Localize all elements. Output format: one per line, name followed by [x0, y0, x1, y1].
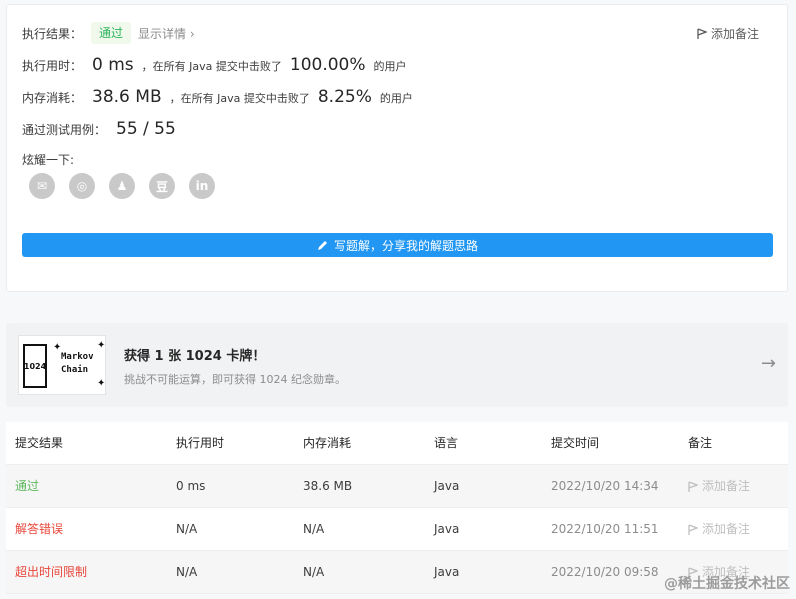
add-note-button[interactable]: 添加备注 [697, 25, 759, 42]
douban-icon[interactable]: 豆 [149, 173, 175, 199]
arrow-right-icon[interactable]: → [761, 353, 776, 374]
runtime-value: 0 ms [92, 55, 134, 75]
badge-text: Markov Chain [61, 352, 94, 375]
header-time: 提交时间 [551, 436, 600, 450]
badge-mahjong-tile: 1024 [23, 344, 47, 388]
add-note-label: 添加备注 [710, 27, 759, 41]
row-language: Java [434, 522, 460, 536]
header-memory: 内存消耗 [303, 436, 352, 450]
write-solution-button[interactable]: 写题解，分享我的解题思路 [22, 233, 773, 257]
share-icons: ✉ ◎ ♟ 豆 in [29, 173, 215, 199]
row-time: 2022/10/20 09:58 [551, 565, 659, 579]
write-solution-label: 写题解，分享我的解题思路 [333, 238, 478, 253]
show-details-link[interactable]: 显示详情 › [138, 25, 195, 42]
row-memory: N/A [303, 565, 325, 579]
banner-subtitle: 挑战不可能运算，即可获得 1024 纪念勋章。 [124, 373, 346, 386]
header-status: 提交结果 [15, 436, 64, 450]
row-memory: 38.6 MB [303, 479, 353, 493]
wechat-icon[interactable]: ✉ [29, 173, 55, 199]
sparkle-icon: ✦ [97, 378, 106, 389]
row-add-note[interactable]: 添加备注 [688, 508, 750, 551]
tests-value: 55 / 55 [116, 119, 176, 139]
linkedin-icon[interactable]: in [189, 173, 215, 199]
row-time: 2022/10/20 14:34 [551, 479, 659, 493]
table-header: 提交结果 执行用时 内存消耗 语言 提交时间 备注 [6, 422, 788, 465]
header-language: 语言 [434, 436, 459, 450]
memory-label: 内存消耗： [22, 91, 83, 105]
row-runtime: 0 ms [176, 479, 206, 493]
row-language: Java [434, 565, 460, 579]
row-memory: N/A [303, 522, 325, 536]
tests-label: 通过测试用例： [22, 123, 107, 137]
banner-title: 获得 1 张 1024 卡牌！ [124, 349, 266, 364]
flag-icon [688, 523, 698, 535]
memory-mid-text: ，在所有 Java 提交中击败了 [169, 92, 310, 105]
row-status[interactable]: 通过 [15, 465, 39, 508]
memory-suffix: 的用户 [379, 92, 413, 105]
sparkle-icon: ✦ [97, 340, 106, 351]
runtime-label: 执行用时： [22, 59, 83, 73]
memory-row: 内存消耗： 38.6 MB ，在所有 Java 提交中击败了 8.25% 的用户 [22, 87, 413, 107]
tests-row: 通过测试用例： 55 / 55 [22, 119, 184, 139]
header-note: 备注 [688, 436, 713, 450]
row-add-note[interactable]: 添加备注 [688, 465, 750, 508]
table-row[interactable]: 解答错误 N/A N/A Java 2022/10/20 11:51 添加备注 [6, 508, 788, 551]
qq-icon[interactable]: ♟ [109, 173, 135, 199]
status-badge: 通过 [91, 22, 132, 44]
table-row[interactable]: 通过 0 ms 38.6 MB Java 2022/10/20 14:34 添加… [6, 465, 788, 508]
runtime-mid-text: ，在所有 Java 提交中击败了 [141, 60, 282, 73]
row-runtime: N/A [176, 565, 198, 579]
card-banner[interactable]: 1024 ✦ ✦ ✦ Markov Chain 获得 1 张 1024 卡牌！ … [6, 323, 788, 407]
memory-value: 38.6 MB [92, 87, 162, 107]
share-label: 炫耀一下: [22, 153, 75, 167]
result-card: 执行结果： 通过 显示详情 › 添加备注 执行用时： 0 ms ，在所有 Jav… [6, 4, 788, 292]
row-status[interactable]: 解答错误 [15, 508, 63, 551]
row-runtime: N/A [176, 522, 198, 536]
weibo-icon[interactable]: ◎ [69, 173, 95, 199]
memory-percent: 8.25% [317, 87, 372, 107]
pencil-icon [317, 240, 327, 250]
row-time: 2022/10/20 11:51 [551, 522, 659, 536]
watermark: @稀土掘金技术社区 [664, 576, 790, 592]
result-label: 执行结果： [22, 27, 83, 41]
share-row: 炫耀一下: [22, 151, 74, 168]
result-row: 执行结果： [22, 25, 82, 42]
submissions-table: 提交结果 执行用时 内存消耗 语言 提交时间 备注 通过 0 ms 38.6 M… [6, 422, 788, 594]
markov-chain-badge: 1024 ✦ ✦ ✦ Markov Chain [18, 335, 106, 395]
row-language: Java [434, 479, 460, 493]
runtime-suffix: 的用户 [373, 60, 407, 73]
header-runtime: 执行用时 [176, 436, 225, 450]
row-status[interactable]: 超出时间限制 [15, 551, 87, 594]
flag-icon [697, 27, 707, 39]
flag-icon [688, 480, 698, 492]
runtime-percent: 100.00% [289, 55, 366, 75]
runtime-row: 执行用时： 0 ms ，在所有 Java 提交中击败了 100.00% 的用户 [22, 55, 407, 75]
